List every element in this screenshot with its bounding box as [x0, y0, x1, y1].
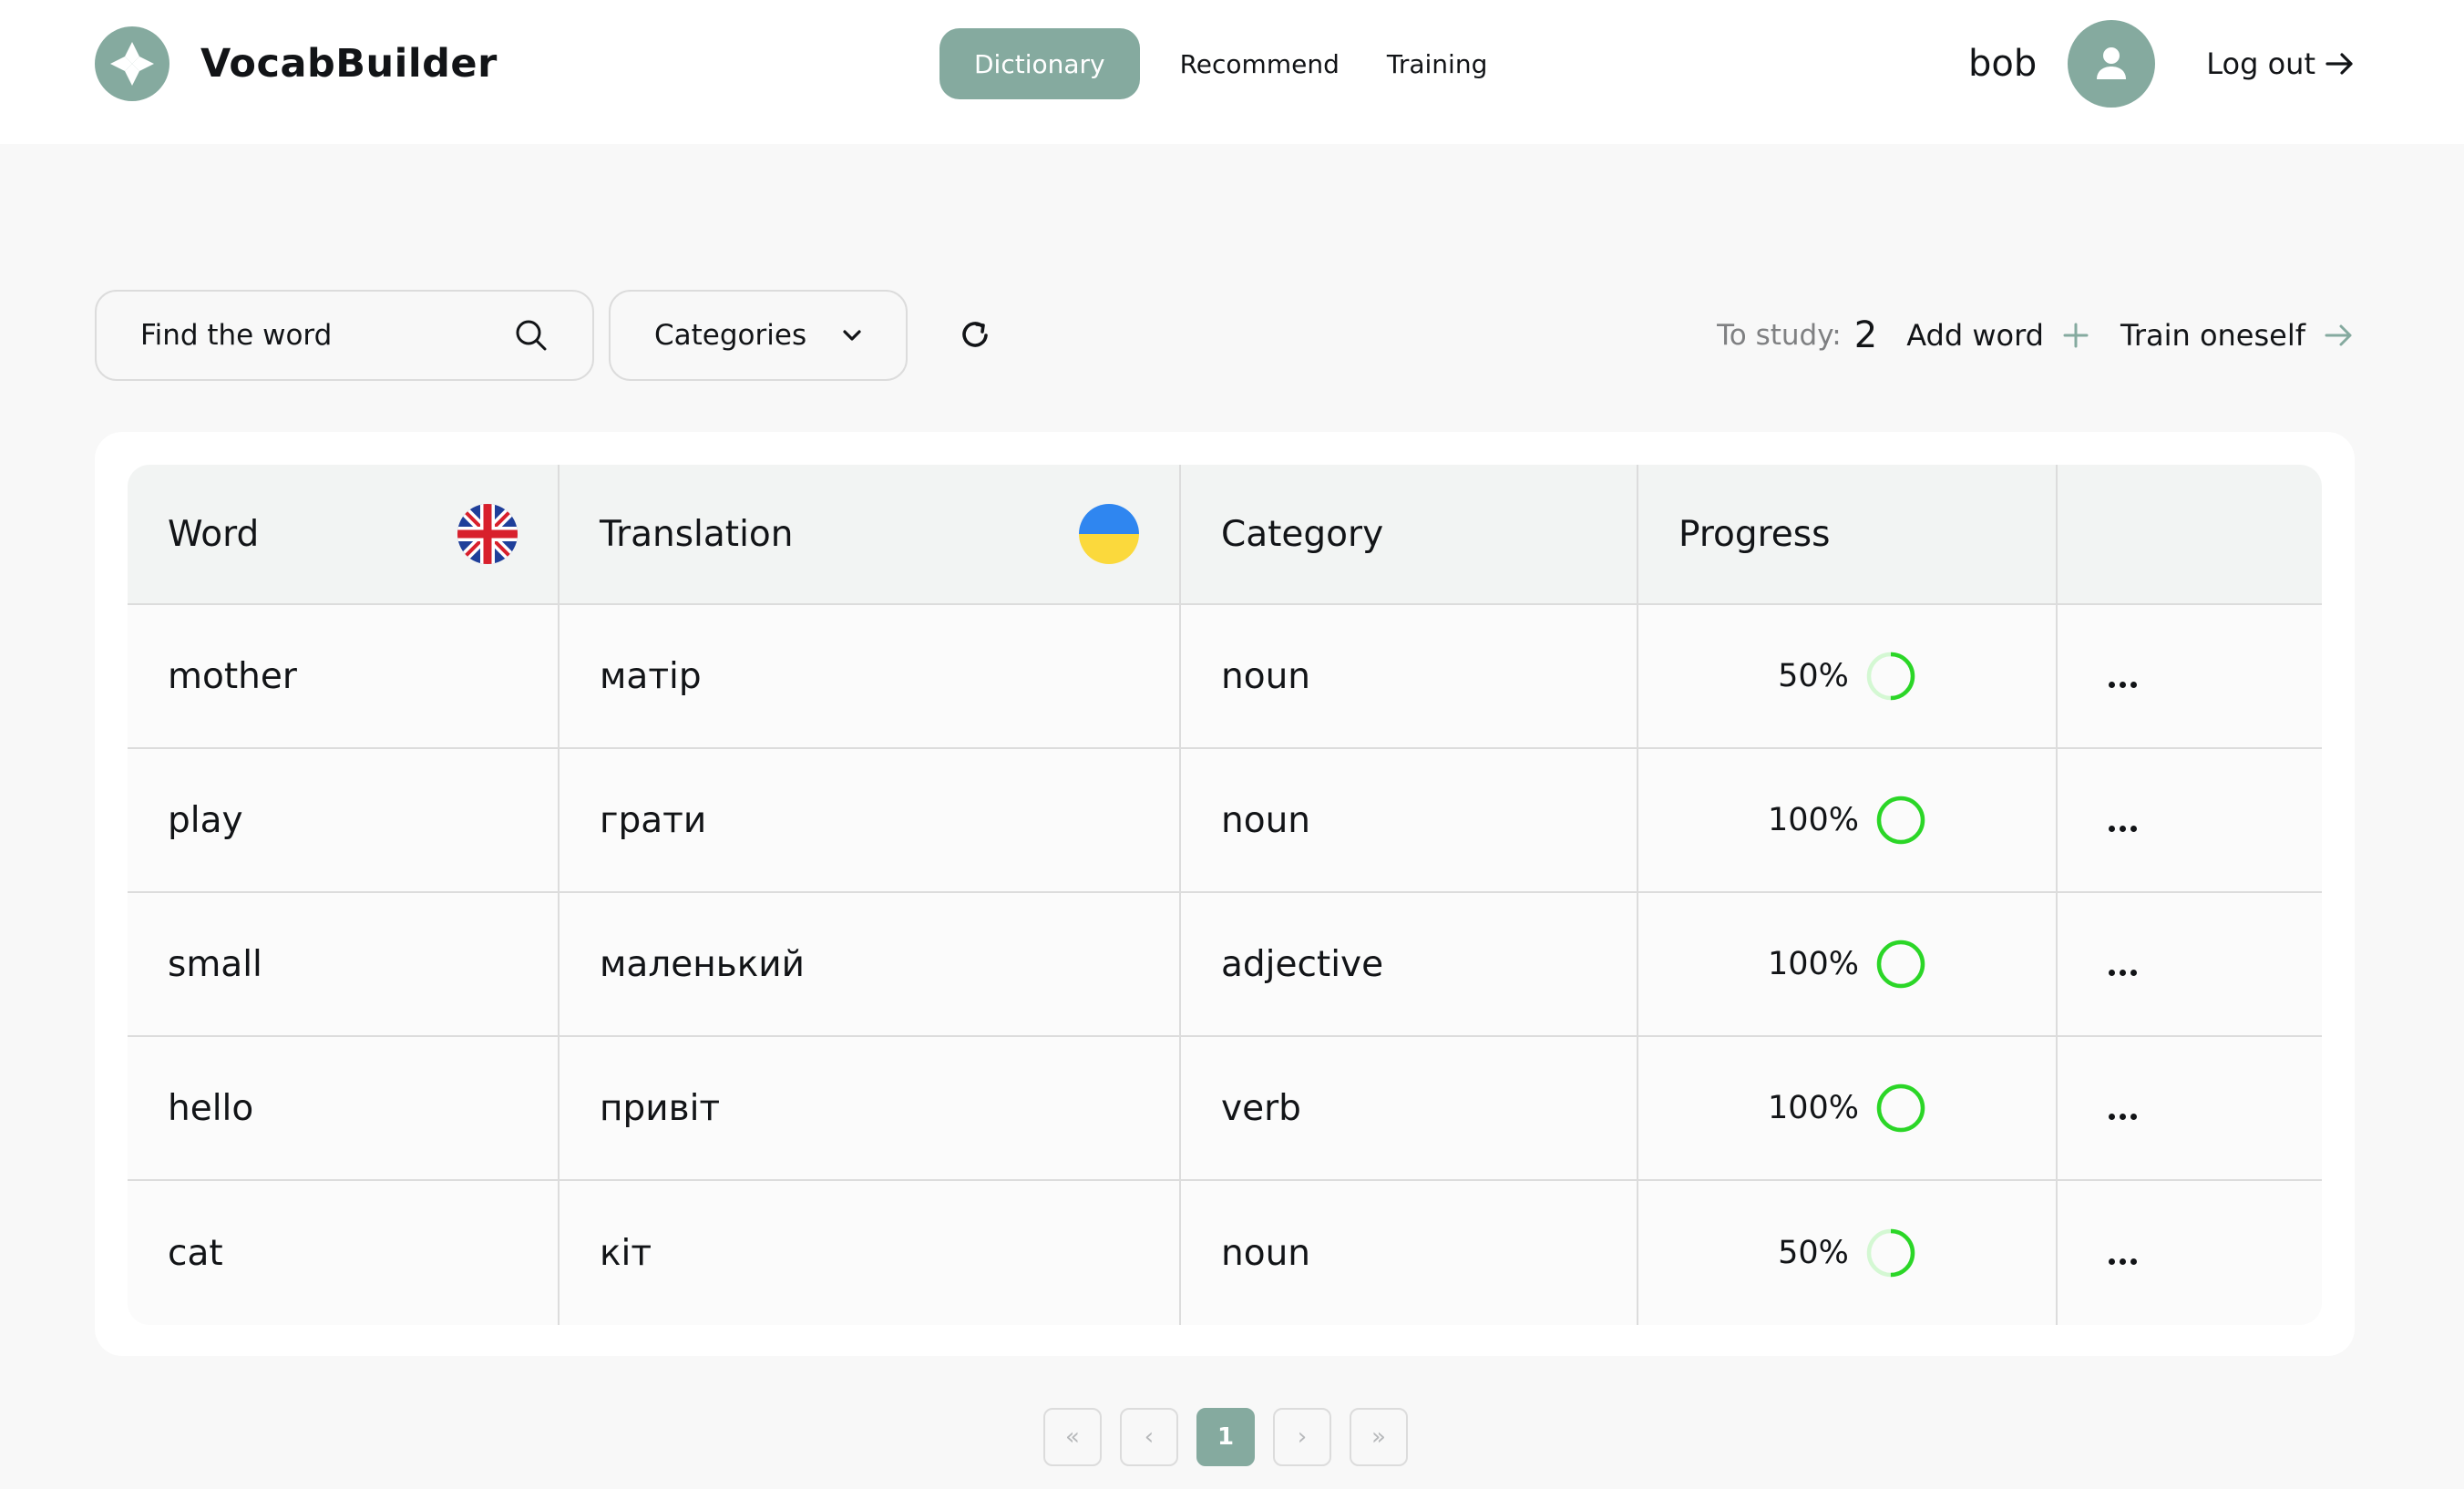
category-cell: noun: [1181, 749, 1638, 893]
translation-cell: кіт: [560, 1181, 1181, 1325]
categories-select[interactable]: Categories: [609, 290, 908, 381]
prev-page-button[interactable]: ‹: [1120, 1408, 1178, 1466]
app-header: VocabBuilder Dictionary Recommend Traini…: [0, 0, 2464, 144]
progress-value: 100%: [1767, 1090, 1860, 1126]
progress-cell: 100%: [1638, 749, 2058, 893]
actions-cell: [2058, 605, 2322, 749]
search-box[interactable]: [95, 290, 594, 381]
actions-cell: [2058, 1037, 2322, 1181]
actions-cell: [2058, 749, 2322, 893]
user-name: bob: [1968, 43, 2038, 85]
to-study-count: 2: [1853, 314, 1878, 356]
header-translation: Translation: [560, 465, 1181, 605]
to-study-label: To study:: [1717, 319, 1842, 352]
main-nav: Dictionary Recommend Training: [939, 28, 1511, 99]
category-cell: verb: [1181, 1037, 1638, 1181]
next-page-button[interactable]: ›: [1273, 1408, 1331, 1466]
brand-name: VocabBuilder: [200, 41, 498, 87]
avatar[interactable]: [2068, 20, 2156, 108]
progress-ring-icon: [1866, 652, 1915, 701]
category-cell: noun: [1181, 605, 1638, 749]
progress-cell: 100%: [1638, 1037, 2058, 1181]
train-label: Train oneself: [2120, 318, 2305, 353]
nav-dictionary[interactable]: Dictionary: [939, 28, 1140, 99]
header-actions: [2058, 465, 2322, 605]
actions-cell: [2058, 893, 2322, 1037]
more-options-icon[interactable]: [2098, 960, 2148, 985]
progress-ring-icon: [1876, 940, 1925, 989]
table-row: hello привіт verb 100%: [128, 1037, 2322, 1181]
arrow-right-icon: [2325, 324, 2352, 346]
last-page-button[interactable]: »: [1350, 1408, 1408, 1466]
logo-icon: [95, 26, 169, 101]
header-word-label: Word: [168, 513, 260, 555]
table-header-row: Word Translation Category Progress: [128, 465, 2322, 605]
user-area: bob Log out: [1968, 20, 2356, 108]
first-page-button[interactable]: «: [1043, 1408, 1102, 1466]
word-cell: hello: [128, 1037, 560, 1181]
brand-logo[interactable]: VocabBuilder: [95, 26, 498, 101]
table-row: cat кіт noun 50%: [128, 1181, 2322, 1325]
arrow-right-icon: [2325, 53, 2353, 75]
table-row: small маленький adjective 100%: [128, 893, 2322, 1037]
progress-value: 100%: [1767, 946, 1860, 982]
translation-cell: привіт: [560, 1037, 1181, 1181]
header-progress: Progress: [1638, 465, 2058, 605]
progress-value: 50%: [1778, 658, 1849, 694]
more-options-icon[interactable]: [2098, 1104, 2148, 1129]
word-cell: small: [128, 893, 560, 1037]
refresh-icon: [962, 322, 988, 347]
translation-cell: маленький: [560, 893, 1181, 1037]
page-1-button[interactable]: 1: [1196, 1408, 1255, 1466]
more-options-icon[interactable]: [2098, 816, 2148, 841]
translation-cell: грати: [560, 749, 1181, 893]
progress-ring-icon: [1876, 1083, 1925, 1133]
word-cell: cat: [128, 1181, 560, 1325]
category-cell: adjective: [1181, 893, 1638, 1037]
progress-ring-icon: [1876, 796, 1925, 845]
search-input[interactable]: [140, 319, 514, 352]
progress-value: 50%: [1778, 1235, 1849, 1271]
progress-cell: 50%: [1638, 605, 2058, 749]
more-options-icon[interactable]: [2098, 673, 2148, 697]
uk-flag-icon: [457, 504, 518, 564]
progress-cell: 50%: [1638, 1181, 2058, 1325]
progress-value: 100%: [1767, 802, 1860, 838]
search-icon[interactable]: [514, 318, 549, 353]
refresh-button[interactable]: [953, 313, 997, 357]
categories-label: Categories: [654, 319, 807, 352]
nav-recommend[interactable]: Recommend: [1156, 28, 1363, 99]
nav-training[interactable]: Training: [1363, 28, 1511, 99]
study-stats: To study: 2 Add word Train oneself: [1717, 304, 2355, 366]
actions-cell: [2058, 1181, 2322, 1325]
logout-label: Log out: [2206, 46, 2315, 81]
table-row: mother матір noun 50%: [128, 605, 2322, 749]
plus-icon: [2063, 323, 2089, 348]
word-cell: play: [128, 749, 560, 893]
logout-button[interactable]: Log out: [2206, 46, 2356, 81]
more-options-icon[interactable]: [2098, 1249, 2148, 1274]
add-word-label: Add word: [1906, 318, 2044, 353]
words-table: Word Translation Category Progress mothe…: [128, 465, 2322, 1325]
user-icon: [2097, 47, 2127, 79]
ua-flag-icon: [1079, 504, 1139, 564]
pagination: « ‹ 1 › »: [1043, 1408, 1408, 1466]
translation-cell: матір: [560, 605, 1181, 749]
add-word-button[interactable]: Add word: [1906, 318, 2089, 353]
category-cell: noun: [1181, 1181, 1638, 1325]
dictionary-card: Word Translation Category Progress mothe…: [95, 432, 2355, 1356]
header-translation-label: Translation: [600, 513, 794, 555]
train-oneself-button[interactable]: Train oneself: [2120, 318, 2355, 353]
word-cell: mother: [128, 605, 560, 749]
progress-cell: 100%: [1638, 893, 2058, 1037]
table-row: play грати noun 100%: [128, 749, 2322, 893]
chevron-down-icon: [843, 330, 861, 341]
progress-ring-icon: [1866, 1228, 1915, 1278]
header-category: Category: [1181, 465, 1638, 605]
header-word: Word: [128, 465, 560, 605]
